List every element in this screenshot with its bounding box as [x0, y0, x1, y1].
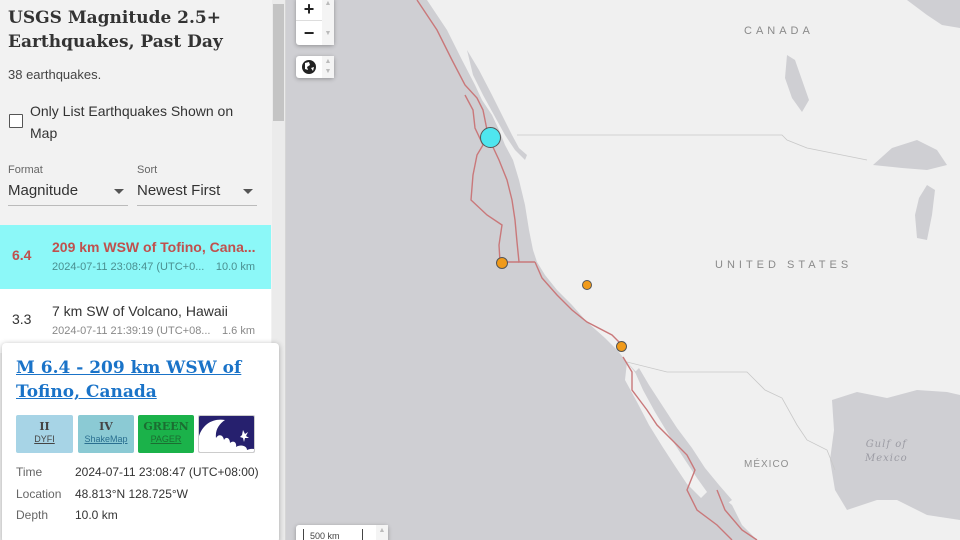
- zoom-in-button[interactable]: +: [296, 0, 322, 21]
- pager-link[interactable]: PAGER: [138, 434, 194, 444]
- chevron-up-icon: ▲: [378, 527, 386, 534]
- dyfi-value: II: [39, 420, 50, 433]
- chevron-up-icon: ▲: [324, 58, 332, 65]
- gulf-label-line2: Mexico: [865, 453, 908, 464]
- earthquake-marker-selected[interactable]: [480, 127, 501, 148]
- tsunami-wave-icon: [199, 416, 254, 452]
- earthquake-marker[interactable]: [616, 341, 627, 352]
- sort-select[interactable]: Newest First: [137, 180, 257, 206]
- earthquake-place: 7 km SW of Volcano, Hawaii: [52, 303, 228, 319]
- label-canada: CANADA: [744, 25, 814, 37]
- label-mexico: MÉXICO: [744, 459, 790, 470]
- format-select[interactable]: Magnitude: [8, 180, 128, 206]
- earthquake-list-item[interactable]: 6.4 209 km WSW of Tofino, Cana... 2024-0…: [0, 225, 271, 289]
- zoom-control: + − ▲ ▼: [296, 0, 334, 45]
- earthquake-marker[interactable]: [582, 280, 592, 290]
- page-title: USGS Magnitude 2.5+ Earthquakes, Past Da…: [8, 8, 223, 52]
- shakemap-value: IV: [99, 420, 113, 433]
- map-basemap: [416, 0, 960, 540]
- scale-label: 500 km: [310, 531, 340, 540]
- label-united-states: UNITED STATES: [715, 259, 853, 271]
- globe-icon: [302, 60, 316, 74]
- tsunami-badge[interactable]: [198, 415, 255, 453]
- earthquake-count: 38 earthquakes.: [8, 67, 102, 82]
- depth-label: Depth: [16, 508, 49, 522]
- only-list-shown-label[interactable]: Only List Earthquakes Shown on Map: [30, 100, 260, 144]
- chevron-down-icon: [243, 189, 253, 194]
- earthquake-magnitude: 6.4: [12, 247, 32, 263]
- map[interactable]: CANADA UNITED STATES MÉXICO Gulf of Mexi…: [287, 0, 960, 540]
- gulf-label-line1: Gulf of: [865, 439, 907, 450]
- zoom-out-button[interactable]: −: [296, 21, 322, 45]
- earthquake-marker[interactable]: [496, 257, 508, 269]
- shakemap-badge[interactable]: IV ShakeMap: [78, 415, 134, 453]
- depth-value: 10.0 km: [75, 508, 118, 522]
- format-label: Format: [8, 164, 43, 176]
- sort-label: Sort: [137, 164, 158, 176]
- pager-value: GREEN: [143, 420, 189, 433]
- app: USGS Magnitude 2.5+ Earthquakes, Past Da…: [0, 0, 960, 540]
- time-label: Time: [16, 465, 43, 479]
- time-value: 2024-07-11 23:08:47 (UTC+08:00): [75, 465, 259, 479]
- zoom-control-spinner[interactable]: ▲ ▼: [322, 0, 334, 45]
- earthquake-time: 2024-07-11 23:08:47 (UTC+0...: [52, 261, 205, 273]
- format-select-value: Magnitude: [8, 182, 79, 199]
- earthquake-magnitude: 3.3: [12, 311, 32, 327]
- basemap-control-spinner[interactable]: ▲ ▼: [322, 56, 334, 78]
- chevron-down-icon: ▼: [324, 30, 332, 37]
- earthquake-depth: 1.6 km: [221, 325, 255, 337]
- label-gulf-of-mexico: Gulf of Mexico: [865, 438, 908, 466]
- chevron-down-icon: ▼: [324, 68, 332, 75]
- chevron-down-icon: [114, 189, 124, 194]
- earthquake-popup: M 6.4 - 209 km WSW of Tofino, Canada II …: [2, 343, 279, 540]
- location-label: Location: [16, 487, 62, 501]
- popup-title-link[interactable]: M 6.4 - 209 km WSW of Tofino, Canada: [16, 356, 271, 404]
- earthquake-time: 2024-07-11 21:39:19 (UTC+08...: [52, 325, 211, 337]
- basemap-control[interactable]: ▲ ▼: [296, 56, 334, 78]
- dyfi-link[interactable]: DYFI: [16, 434, 73, 444]
- sidebar-scrollbar-thumb[interactable]: [273, 4, 284, 121]
- dyfi-badge[interactable]: II DYFI: [16, 415, 73, 453]
- scale-control-spinner[interactable]: ▲: [376, 525, 388, 540]
- scale-control: 500 km ▲: [296, 525, 388, 540]
- chevron-up-icon: ▲: [324, 0, 332, 7]
- earthquake-depth: 10.0 km: [215, 261, 255, 273]
- shakemap-link[interactable]: ShakeMap: [78, 434, 134, 444]
- earthquake-place: 209 km WSW of Tofino, Cana...: [52, 239, 256, 255]
- pager-badge[interactable]: GREEN PAGER: [138, 415, 194, 453]
- location-value: 48.813°N 128.725°W: [75, 487, 189, 501]
- only-list-shown-checkbox[interactable]: [9, 114, 23, 128]
- sort-select-value: Newest First: [137, 182, 221, 199]
